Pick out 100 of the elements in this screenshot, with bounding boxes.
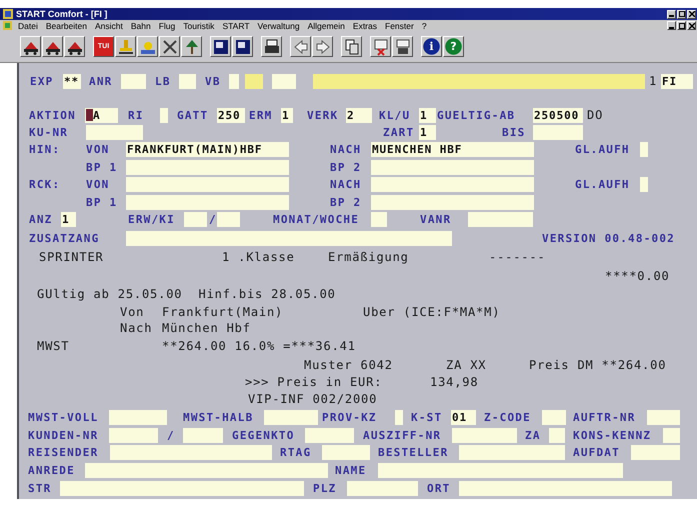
input-field[interactable] — [395, 410, 403, 424]
input-field[interactable] — [179, 74, 196, 88]
input-field[interactable] — [229, 74, 239, 88]
input-field[interactable] — [640, 142, 648, 156]
input-field[interactable] — [184, 212, 207, 226]
input-field[interactable]: A — [85, 108, 118, 122]
field-value: MUENCHEN HBF — [372, 142, 462, 156]
input-field[interactable] — [126, 176, 289, 192]
input-field[interactable] — [640, 176, 648, 192]
menu-item[interactable]: Extras — [352, 20, 377, 30]
help-button[interactable]: ? — [443, 36, 464, 57]
input-field[interactable] — [245, 74, 263, 88]
toolbar-button[interactable] — [261, 36, 282, 57]
input-field[interactable] — [121, 74, 146, 88]
input-field[interactable] — [542, 410, 566, 424]
input-field[interactable]: 250500 — [533, 108, 583, 122]
input-field[interactable] — [459, 480, 672, 496]
toolbar-button[interactable] — [64, 36, 85, 57]
field-label: GATT — [177, 108, 210, 122]
minimize-button[interactable] — [667, 10, 676, 18]
input-field[interactable] — [371, 212, 387, 226]
input-field[interactable] — [631, 444, 680, 460]
input-field[interactable] — [126, 194, 289, 210]
input-field[interactable]: 250 — [217, 108, 245, 122]
menu-item[interactable]: Fenster — [385, 20, 414, 30]
input-field[interactable] — [272, 74, 296, 88]
toolbar-button[interactable] — [290, 36, 311, 57]
input-field[interactable] — [109, 410, 167, 424]
menu-item[interactable]: Allgemein — [308, 20, 345, 30]
input-field[interactable] — [468, 212, 533, 226]
menu-item[interactable]: START — [222, 20, 250, 30]
info-button[interactable]: i — [421, 36, 442, 57]
input-field[interactable] — [647, 410, 680, 424]
input-field[interactable] — [86, 124, 143, 140]
menu-item[interactable]: ? — [422, 20, 427, 30]
input-field[interactable] — [371, 194, 534, 210]
toolbar-button[interactable] — [42, 36, 63, 57]
input-field[interactable] — [85, 462, 328, 478]
input-field[interactable]: 1 — [419, 108, 436, 122]
input-field[interactable] — [322, 444, 370, 460]
minimize-button[interactable] — [667, 21, 676, 30]
toolbar-button[interactable] — [392, 36, 413, 57]
input-field[interactable] — [264, 410, 318, 424]
toolbar-button[interactable] — [181, 36, 202, 57]
menu-item[interactable]: Flug — [158, 20, 176, 30]
input-field[interactable] — [452, 428, 517, 442]
input-field[interactable] — [305, 428, 354, 442]
input-field[interactable] — [378, 462, 623, 478]
menu-item[interactable]: Verwaltung — [258, 20, 300, 30]
toolbar-button[interactable] — [370, 36, 391, 57]
input-field[interactable] — [217, 212, 240, 226]
output-text: ****0.00 — [605, 269, 670, 283]
input-field[interactable] — [313, 74, 645, 88]
input-field[interactable]: 1 — [419, 124, 436, 140]
input-field[interactable] — [126, 230, 452, 246]
toolbar-button[interactable] — [115, 36, 136, 57]
menu-item[interactable]: Datei — [18, 20, 38, 30]
input-field[interactable] — [347, 480, 418, 496]
toolbar-button[interactable] — [232, 36, 253, 57]
field-label: EXP — [30, 74, 54, 88]
input-field[interactable]: 1 — [281, 108, 293, 122]
input-field[interactable] — [459, 444, 565, 460]
toolbar-button[interactable] — [159, 36, 180, 57]
toolbar-button[interactable] — [210, 36, 231, 57]
toolbar-button[interactable] — [312, 36, 333, 57]
input-field[interactable]: 1 — [61, 212, 76, 226]
toolbar-button[interactable] — [20, 36, 41, 57]
input-field[interactable]: FRANKFURT(MAIN)HBF — [126, 142, 289, 156]
stamp-icon — [116, 38, 134, 56]
output-text: 1 — [649, 74, 658, 88]
field-label: ANREDE — [28, 464, 76, 476]
input-field[interactable]: FI — [661, 74, 693, 88]
field-label: KONS-KENNZ — [573, 428, 652, 442]
input-field[interactable] — [110, 444, 272, 460]
input-field[interactable] — [549, 428, 565, 442]
input-field[interactable] — [160, 108, 168, 122]
input-field[interactable] — [183, 428, 223, 442]
close-button[interactable] — [687, 10, 696, 18]
input-field[interactable]: 01 — [451, 410, 476, 424]
input-field[interactable] — [663, 428, 680, 442]
field-label: GL.AUFH — [575, 178, 631, 190]
toolbar-button[interactable] — [137, 36, 158, 57]
input-field[interactable] — [371, 160, 534, 174]
input-field[interactable] — [533, 124, 583, 140]
field-label: MWST-VOLL — [28, 410, 100, 424]
menu-item[interactable]: Ansicht — [94, 20, 123, 30]
field-label: ANZ — [29, 212, 54, 226]
input-field[interactable]: 2 — [346, 108, 372, 122]
field-label: RI — [128, 108, 145, 122]
menu-item[interactable]: Bearbeiten — [46, 20, 87, 30]
input-field[interactable] — [371, 176, 534, 192]
close-button[interactable] — [687, 21, 696, 30]
field-label: / — [167, 428, 176, 442]
input-field[interactable] — [109, 428, 158, 442]
toolbar-button[interactable] — [341, 36, 362, 57]
menu-item[interactable]: Touristik — [183, 20, 214, 30]
input-field[interactable]: MUENCHEN HBF — [371, 142, 534, 156]
menu-item[interactable]: Bahn — [130, 20, 151, 30]
input-field[interactable] — [60, 480, 304, 496]
input-field[interactable] — [126, 160, 289, 174]
